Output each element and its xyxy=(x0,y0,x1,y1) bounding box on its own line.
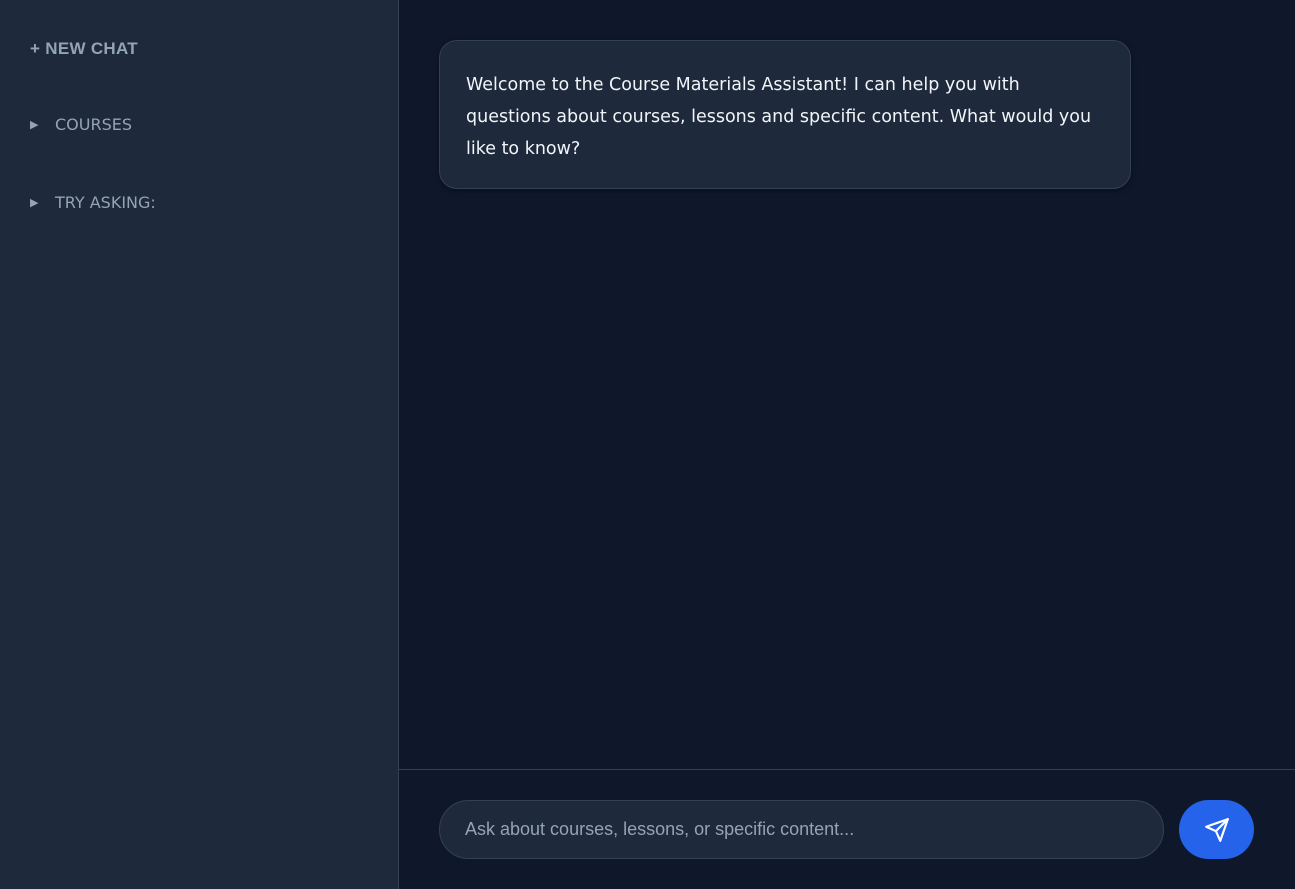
chat-main: Welcome to the Course Materials Assistan… xyxy=(399,0,1295,889)
courses-section-toggle[interactable]: ▶ COURSES xyxy=(30,115,132,134)
expand-triangle-icon: ▶ xyxy=(30,118,39,131)
input-area xyxy=(399,769,1295,889)
new-chat-button[interactable]: + NEW CHAT xyxy=(30,39,138,59)
sidebar: + NEW CHAT ▶ COURSES ▶ TRY ASKING: xyxy=(0,0,399,889)
try-asking-section-toggle[interactable]: ▶ TRY ASKING: xyxy=(30,193,156,212)
expand-triangle-icon: ▶ xyxy=(30,196,39,209)
courses-section-label: COURSES xyxy=(55,115,133,134)
message-list: Welcome to the Course Materials Assistan… xyxy=(399,0,1295,769)
chat-input[interactable] xyxy=(439,800,1164,859)
try-asking-section-label: TRY ASKING: xyxy=(55,193,156,212)
app-root: + NEW CHAT ▶ COURSES ▶ TRY ASKING: Welco… xyxy=(0,0,1295,889)
send-button[interactable] xyxy=(1179,800,1254,859)
send-icon xyxy=(1204,817,1229,842)
assistant-message: Welcome to the Course Materials Assistan… xyxy=(439,40,1131,189)
